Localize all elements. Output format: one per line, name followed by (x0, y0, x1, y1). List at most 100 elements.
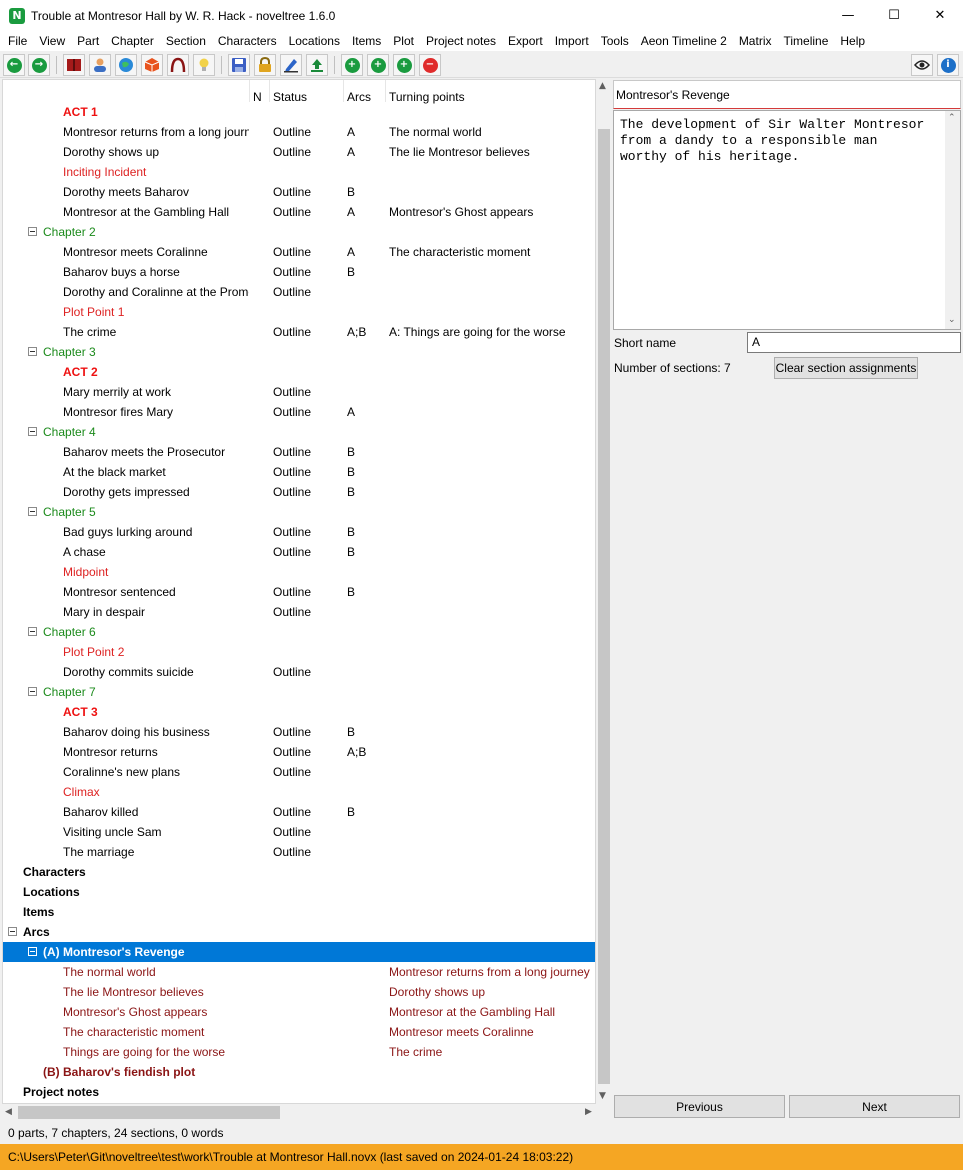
section-row[interactable]: Dorothy shows up Outline A The lie Montreso… (3, 142, 595, 162)
tree-row-chapter[interactable]: Chapter 7 (3, 682, 595, 702)
tree-row-stage-major[interactable]: ACT 1 (3, 102, 595, 122)
notes-button[interactable] (193, 54, 215, 76)
section-row[interactable]: Coralinne's new plans Outline (3, 762, 595, 782)
collapse-toggle-icon[interactable] (28, 507, 37, 516)
collapse-toggle-icon[interactable] (28, 627, 37, 636)
scroll-right-icon[interactable]: ▶ (585, 1107, 592, 1117)
save-button[interactable] (228, 54, 250, 76)
tree-row-arc-item[interactable]: The lie Montresor believes Dorothy shows … (3, 982, 595, 1002)
delete-button[interactable]: − (419, 54, 441, 76)
close-button[interactable]: ✕ (917, 0, 963, 31)
previous-button[interactable]: Previous (614, 1095, 785, 1118)
menu-items[interactable]: Items (346, 31, 387, 51)
section-row[interactable]: Dorothy and Coralinne at the Promenade Ou… (3, 282, 595, 302)
collapse-toggle-icon[interactable] (28, 347, 37, 356)
section-row[interactable]: A chase Outline B (3, 542, 595, 562)
scroll-thumb[interactable] (598, 129, 610, 1084)
add-parent-button[interactable]: + (393, 54, 415, 76)
menu-timeline[interactable]: Timeline (777, 31, 834, 51)
scroll-left-icon[interactable]: ◀ (5, 1107, 12, 1117)
tree-row-stage-major[interactable]: ACT 3 (3, 702, 595, 722)
collapse-toggle-icon[interactable] (28, 427, 37, 436)
tree-row-chapter[interactable]: Chapter 6 (3, 622, 595, 642)
tree-row-root[interactable]: Items (3, 902, 595, 922)
section-row[interactable]: Baharov killed Outline B (3, 802, 595, 822)
tree-row-arc-selected[interactable]: (A) Montresor's Revenge (3, 942, 595, 962)
tree-row-stage-minor[interactable]: Plot Point 2 (3, 642, 595, 662)
section-row[interactable]: The marriage Outline (3, 842, 595, 862)
add-button[interactable]: + (341, 54, 363, 76)
section-row[interactable]: At the black market Outline B (3, 462, 595, 482)
forward-button[interactable]: → (28, 54, 50, 76)
tree-row-stage-major[interactable]: ACT 2 (3, 362, 595, 382)
section-row[interactable]: Visiting uncle Sam Outline (3, 822, 595, 842)
about-button[interactable]: i (937, 54, 959, 76)
tree-row-stage-minor[interactable]: Midpoint (3, 562, 595, 582)
tree-row-chapter[interactable]: Chapter 3 (3, 342, 595, 362)
add-child-button[interactable]: + (367, 54, 389, 76)
menu-import[interactable]: Import (549, 31, 595, 51)
view-button[interactable] (911, 54, 933, 76)
tree-row-root-expanded[interactable]: Arcs (3, 922, 595, 942)
section-row[interactable]: Bad guys lurking around Outline B (3, 522, 595, 542)
section-row[interactable]: Montresor fires Mary Outline A (3, 402, 595, 422)
arcs-button[interactable] (167, 54, 189, 76)
section-row[interactable]: Mary merrily at work Outline (3, 382, 595, 402)
tree-row-arc-item[interactable]: The normal world Montresor returns from a… (3, 962, 595, 982)
section-row[interactable]: Montresor returns Outline A;B (3, 742, 595, 762)
menu-file[interactable]: File (2, 31, 33, 51)
section-row[interactable]: Montresor returns from a long journey Out… (3, 122, 595, 142)
tree-row-stage-minor[interactable]: Inciting Incident (3, 162, 595, 182)
tree-row-stage-minor[interactable]: Plot Point 1 (3, 302, 595, 322)
arc-description-editor[interactable]: The development of Sir Walter Montresor … (613, 110, 961, 330)
section-row[interactable]: Mary in despair Outline (3, 602, 595, 622)
tree-row-arc-item[interactable]: Things are going for the worse The crime (3, 1042, 595, 1062)
short-name-input[interactable]: A (747, 332, 961, 353)
section-row[interactable]: Dorothy meets Baharov Outline B (3, 182, 595, 202)
arc-description-text[interactable]: The development of Sir Walter Montresor … (620, 117, 942, 165)
scroll-up-icon[interactable]: ⌃ (948, 113, 956, 123)
menu-characters[interactable]: Characters (212, 31, 283, 51)
tree-row-root[interactable]: Characters (3, 862, 595, 882)
menu-plot[interactable]: Plot (387, 31, 420, 51)
menu-part[interactable]: Part (71, 31, 105, 51)
tree-row-chapter[interactable]: Chapter 4 (3, 422, 595, 442)
menu-tools[interactable]: Tools (595, 31, 635, 51)
tree-row-chapter[interactable]: Chapter 5 (3, 502, 595, 522)
scroll-thumb[interactable] (18, 1106, 280, 1119)
section-row[interactable]: The crime Outline A;B A: Things are going f… (3, 322, 595, 342)
collapse-toggle-icon[interactable] (28, 947, 37, 956)
maximize-button[interactable]: ☐ (871, 0, 917, 31)
menu-project-notes[interactable]: Project notes (420, 31, 502, 51)
tree-row-arc[interactable]: (B) Baharov's fiendish plot (3, 1062, 595, 1082)
scroll-down-icon[interactable]: ▼ (599, 1091, 606, 1101)
tree-row-arc-item[interactable]: The characteristic moment Montresor meets… (3, 1022, 595, 1042)
section-row[interactable]: Baharov buys a horse Outline B (3, 262, 595, 282)
menu-chapter[interactable]: Chapter (105, 31, 160, 51)
project-tree[interactable]: N Status Arcs Turning points ACT 1 Montre… (2, 79, 596, 1104)
section-row[interactable]: Baharov doing his business Outline B (3, 722, 595, 742)
section-row[interactable]: Dorothy gets impressed Outline B (3, 482, 595, 502)
menu-view[interactable]: View (33, 31, 71, 51)
scroll-up-icon[interactable]: ▲ (599, 81, 606, 91)
tree-vertical-scrollbar[interactable]: ▲ ▼ (596, 79, 611, 1104)
lock-button[interactable] (254, 54, 276, 76)
menu-matrix[interactable]: Matrix (733, 31, 778, 51)
collapse-toggle-icon[interactable] (8, 927, 17, 936)
arc-title-field[interactable]: Montresor's Revenge (613, 80, 961, 109)
collapse-toggle-icon[interactable] (28, 687, 37, 696)
section-row[interactable]: Baharov meets the Prosecutor Outline B (3, 442, 595, 462)
collapse-toggle-icon[interactable] (28, 227, 37, 236)
items-button[interactable] (141, 54, 163, 76)
tree-row-root[interactable]: Locations (3, 882, 595, 902)
characters-button[interactable] (89, 54, 111, 76)
edit-button[interactable] (280, 54, 302, 76)
scroll-down-icon[interactable]: ⌄ (948, 315, 956, 325)
menu-locations[interactable]: Locations (283, 31, 346, 51)
next-button[interactable]: Next (789, 1095, 960, 1118)
tree-row-chapter[interactable]: Chapter 2 (3, 222, 595, 242)
section-row[interactable]: Dorothy commits suicide Outline (3, 662, 595, 682)
section-row[interactable]: Montresor meets Coralinne Outline A The cha… (3, 242, 595, 262)
export-button[interactable] (306, 54, 328, 76)
tree-horizontal-scrollbar[interactable]: ◀ ▶ (2, 1104, 596, 1121)
